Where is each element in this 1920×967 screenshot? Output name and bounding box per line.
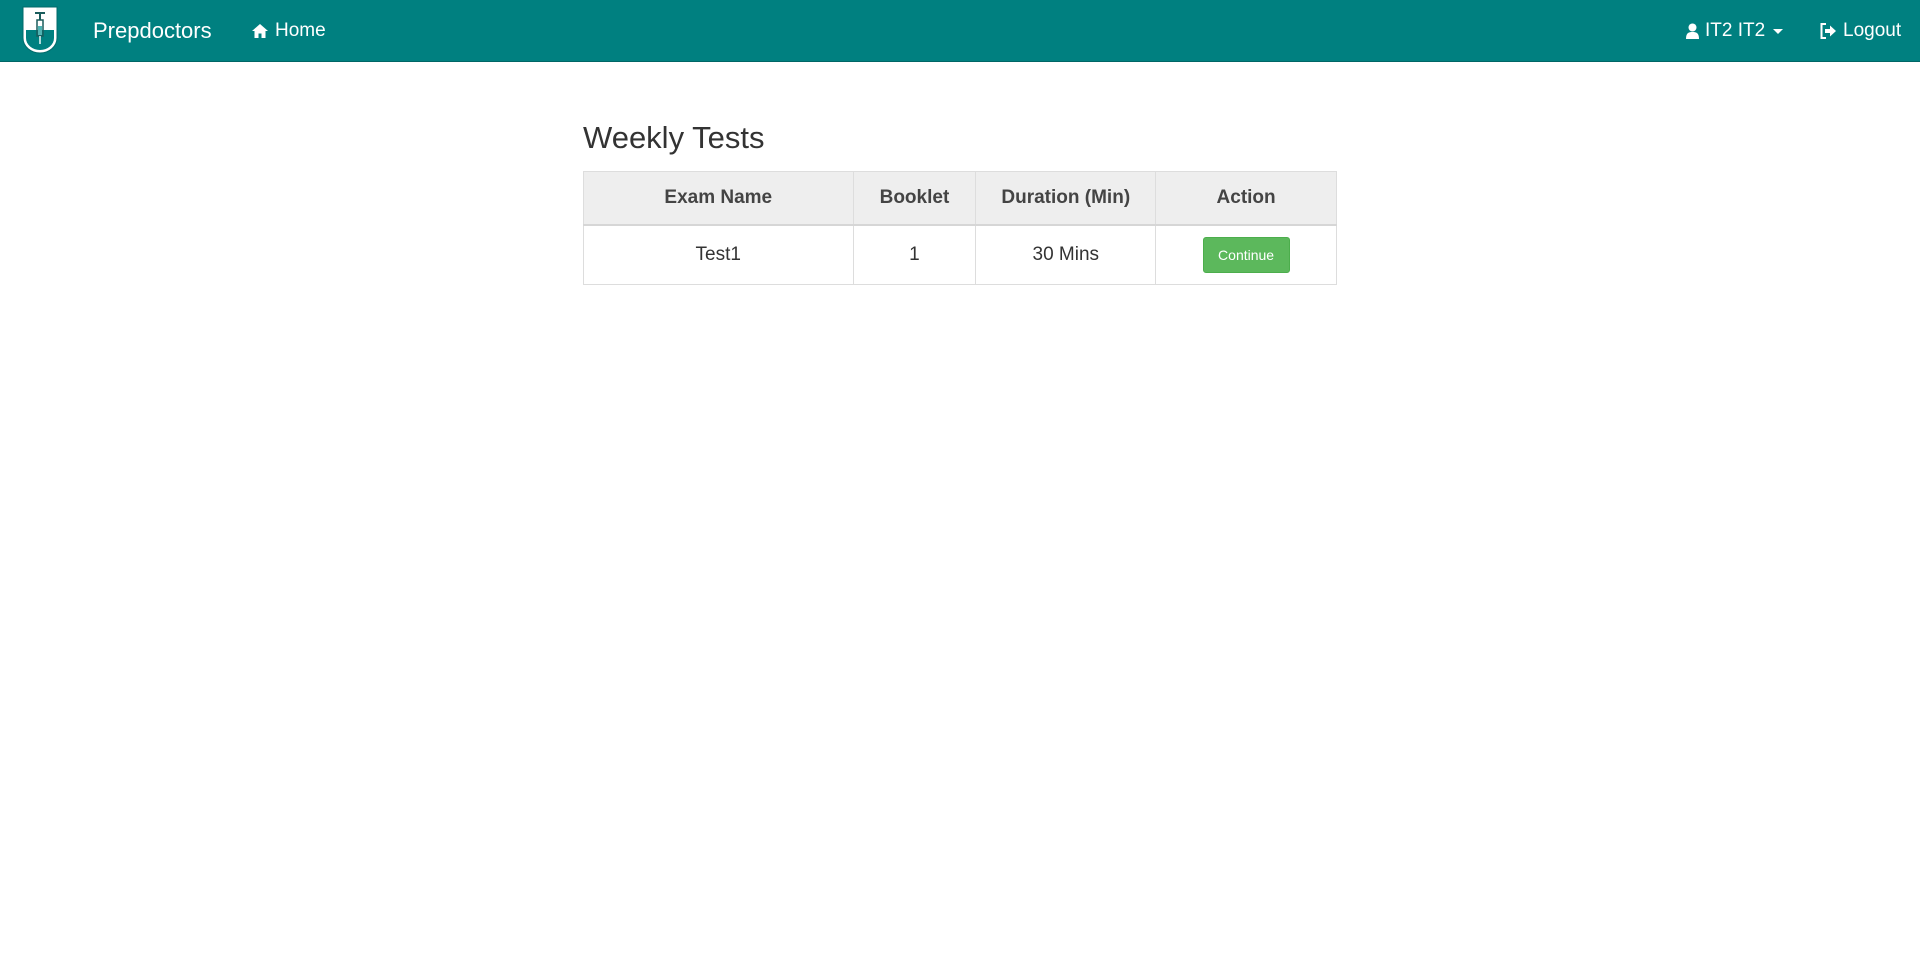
page-title: Weekly Tests <box>583 120 765 155</box>
duration-cell: 30 Mins <box>975 224 1157 285</box>
exam-name-cell: Test1 <box>583 224 854 285</box>
booklet-cell: 1 <box>852 224 977 285</box>
home-link[interactable]: Home <box>251 0 326 62</box>
user-icon <box>1686 23 1699 39</box>
logout-label: Logout <box>1843 20 1902 41</box>
home-icon <box>252 24 268 38</box>
chevron-down-icon <box>1773 28 1784 34</box>
brand-link[interactable]: Prepdoctors <box>93 0 212 62</box>
logout-link[interactable]: Logout <box>1820 0 1901 62</box>
column-header-action: Action <box>1155 171 1337 226</box>
user-menu-dropdown[interactable]: IT2 IT2 <box>1686 0 1784 62</box>
top-navbar: Prepdoctors Home IT2 IT2 Logout <box>0 0 1920 62</box>
logout-icon <box>1820 23 1836 39</box>
column-header-exam-name: Exam Name <box>583 171 854 226</box>
prepdoctors-logo-icon[interactable] <box>22 6 58 54</box>
table-header-row: Exam Name Booklet Duration (Min) Action <box>583 171 1337 226</box>
user-menu-label: IT2 IT2 <box>1705 20 1766 41</box>
weekly-tests-table: Exam Name Booklet Duration (Min) Action … <box>583 171 1337 285</box>
table-row: Test1 1 30 Mins Continue <box>583 224 1337 285</box>
action-cell: Continue <box>1155 224 1337 285</box>
home-link-label: Home <box>275 20 326 41</box>
continue-button[interactable]: Continue <box>1202 237 1290 273</box>
column-header-booklet: Booklet <box>852 171 977 226</box>
column-header-duration: Duration (Min) <box>975 171 1157 226</box>
